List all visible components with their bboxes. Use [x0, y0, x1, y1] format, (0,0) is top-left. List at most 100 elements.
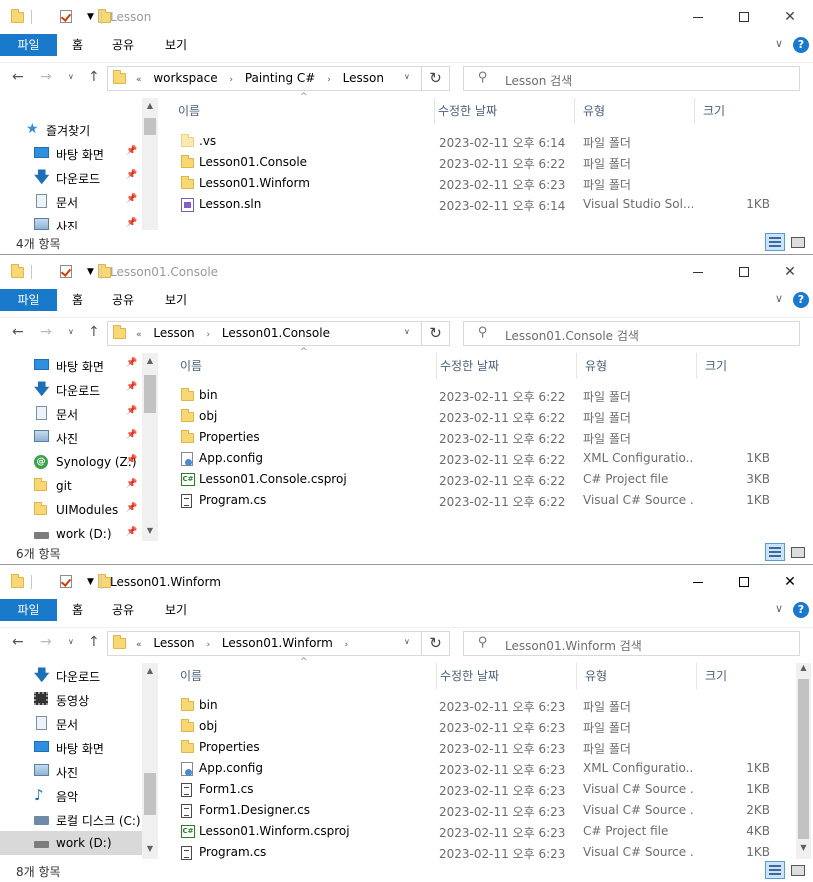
file-row[interactable]: Lesson01.Console 2023-02-11 오후 6:22 파일 폴…	[162, 152, 782, 173]
nav-item-downloads[interactable]: 🡇 다운로드	[0, 663, 142, 687]
nav-item-pictures[interactable]: 사진 📌	[0, 213, 142, 230]
nav-item-desktop[interactable]: 바탕 화면 📌	[0, 141, 142, 165]
address-bar[interactable]: « Lesson › Lesson01.Winform › ∨	[107, 631, 422, 656]
nav-item-desktop[interactable]: 바탕 화면	[0, 735, 142, 759]
nav-item-pictures[interactable]: 사진 📌	[0, 425, 142, 449]
scroll-down-icon[interactable]: ▼	[142, 523, 158, 539]
forward-button[interactable]: →	[40, 634, 52, 650]
tab-home[interactable]: 홈	[72, 34, 83, 56]
properties-icon[interactable]	[59, 575, 72, 588]
back-button[interactable]: ←	[12, 324, 24, 340]
breadcrumb-item[interactable]: Lesson	[153, 326, 194, 340]
customize-toolbar-icon[interactable]: ▼	[87, 577, 94, 587]
column-header-type[interactable]: 유형	[577, 663, 697, 689]
file-row[interactable]: C# Lesson01.Console.csproj 2023-02-11 오후…	[162, 469, 782, 490]
nav-item-documents[interactable]: 문서 📌	[0, 189, 142, 213]
column-header-date[interactable]: 수정한 날짜	[432, 663, 577, 689]
pin-icon[interactable]: 📌	[126, 170, 137, 180]
maximize-button[interactable]	[721, 259, 767, 287]
pin-icon[interactable]: 📌	[126, 430, 137, 440]
tab-view[interactable]: 보기	[165, 599, 187, 621]
chevron-down-icon[interactable]: ∨	[404, 72, 410, 81]
help-icon[interactable]: ?	[793, 292, 809, 308]
breadcrumb-item[interactable]: Lesson	[343, 71, 384, 85]
properties-icon[interactable]	[59, 265, 72, 278]
file-row[interactable]: Form1.cs 2023-02-11 오후 6:23 Visual C# So…	[162, 779, 782, 800]
nav-item-favorites[interactable]: ★ 즐겨찾기	[0, 117, 142, 141]
back-button[interactable]: ←	[12, 634, 24, 650]
recent-locations-icon[interactable]: ∨	[68, 327, 74, 336]
pin-icon[interactable]: 📌	[126, 358, 137, 368]
maximize-button[interactable]	[721, 569, 767, 597]
large-icons-view-icon[interactable]	[788, 861, 808, 879]
pin-icon[interactable]: 📌	[126, 527, 137, 537]
forward-button[interactable]: →	[40, 69, 52, 85]
breadcrumb-item[interactable]: Lesson	[153, 636, 194, 650]
expand-ribbon-icon[interactable]: ∨	[775, 292, 783, 305]
nav-item-synology[interactable]: @ Synology (Z:) 📌	[0, 450, 142, 474]
new-folder-icon[interactable]	[97, 9, 111, 23]
tab-file[interactable]: 파일	[0, 599, 57, 621]
close-button[interactable]: ✕	[767, 259, 813, 287]
minimize-button[interactable]	[675, 4, 721, 32]
refresh-button[interactable]: ↻	[422, 321, 450, 346]
nav-item-music[interactable]: ♪ 음악	[0, 783, 142, 807]
nav-item-local-disk[interactable]: 로컬 디스크 (C:)	[0, 807, 142, 831]
scroll-down-icon[interactable]: ▼	[142, 841, 158, 857]
nav-item-downloads[interactable]: 🡇 다운로드 📌	[0, 165, 142, 189]
refresh-button[interactable]: ↻	[422, 66, 450, 91]
chevron-left-icon[interactable]: «	[136, 330, 142, 340]
expand-ribbon-icon[interactable]: ∨	[775, 602, 783, 615]
file-row[interactable]: App.config 2023-02-11 오후 6:23 XML Config…	[162, 758, 782, 779]
breadcrumb-item[interactable]: Lesson01.Winform	[222, 636, 333, 650]
nav-item-pictures[interactable]: 사진	[0, 759, 142, 783]
recent-locations-icon[interactable]: ∨	[68, 72, 74, 81]
pin-icon[interactable]: 📌	[126, 146, 137, 156]
nav-item-work-drive[interactable]: work (D:) 📌	[0, 522, 142, 541]
pin-icon[interactable]: 📌	[126, 503, 137, 513]
scroll-thumb[interactable]	[144, 773, 156, 815]
file-row[interactable]: Properties 2023-02-11 오후 6:23 파일 폴더	[162, 737, 782, 758]
tab-share[interactable]: 공유	[112, 289, 134, 311]
tab-home[interactable]: 홈	[72, 599, 83, 621]
large-icons-view-icon[interactable]	[788, 543, 808, 561]
scroll-down-icon[interactable]: ▼	[796, 843, 811, 852]
column-header-date[interactable]: 수정한 날짜	[430, 98, 575, 124]
scroll-up-icon[interactable]: ▲	[142, 353, 158, 369]
customize-toolbar-icon[interactable]: ▼	[87, 267, 94, 277]
new-folder-icon[interactable]	[97, 264, 111, 278]
help-icon[interactable]: ?	[793, 602, 809, 618]
customize-toolbar-icon[interactable]: ▼	[87, 12, 94, 22]
pin-icon[interactable]: 📌	[126, 382, 137, 392]
chevron-right-icon[interactable]: ›	[206, 640, 210, 650]
breadcrumb-item[interactable]: Painting C#	[245, 71, 316, 85]
file-row[interactable]: obj 2023-02-11 오후 6:22 파일 폴더	[162, 406, 782, 427]
tab-file[interactable]: 파일	[0, 289, 57, 311]
column-header-date[interactable]: 수정한 날짜	[432, 353, 577, 379]
nav-item-work-drive[interactable]: work (D:)	[0, 831, 142, 855]
file-row[interactable]: .vs 2023-02-11 오후 6:14 파일 폴더	[162, 131, 782, 152]
scroll-thumb[interactable]	[798, 679, 809, 839]
pin-icon[interactable]: 📌	[126, 479, 137, 489]
chevron-right-icon[interactable]: ›	[345, 640, 349, 650]
column-header-size[interactable]: 크기	[697, 353, 777, 379]
details-view-icon[interactable]	[765, 233, 785, 251]
column-header-type[interactable]: 유형	[577, 353, 697, 379]
pin-icon[interactable]: 📌	[126, 218, 137, 228]
breadcrumb-item[interactable]: Lesson01.Console	[222, 326, 330, 340]
nav-item-downloads[interactable]: 🡇 다운로드 📌	[0, 377, 142, 401]
refresh-button[interactable]: ↻	[422, 631, 450, 656]
nav-scrollbar[interactable]: ▲	[142, 98, 158, 230]
breadcrumb-item[interactable]: workspace	[153, 71, 217, 85]
forward-button[interactable]: →	[40, 324, 52, 340]
up-button[interactable]: ↑	[88, 634, 100, 650]
chevron-left-icon[interactable]: «	[136, 640, 142, 650]
minimize-button[interactable]	[675, 259, 721, 287]
nav-scrollbar[interactable]: ▲ ▼	[142, 353, 158, 541]
details-view-icon[interactable]	[765, 543, 785, 561]
help-icon[interactable]: ?	[793, 37, 809, 53]
nav-item-documents[interactable]: 문서 📌	[0, 401, 142, 425]
expand-ribbon-icon[interactable]: ∨	[775, 37, 783, 50]
file-row[interactable]: Properties 2023-02-11 오후 6:22 파일 폴더	[162, 427, 782, 448]
scroll-up-icon[interactable]: ▲	[142, 663, 158, 679]
